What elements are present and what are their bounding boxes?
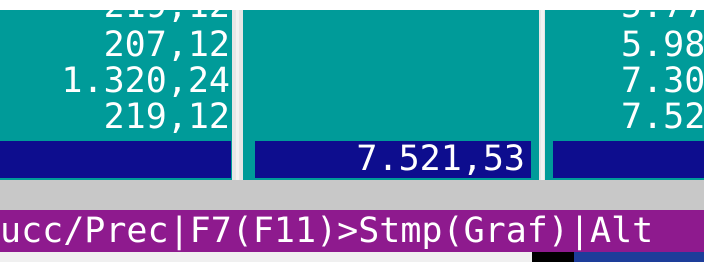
total-cell-left: [0, 141, 231, 178]
left-value-row: 207,12: [103, 25, 230, 65]
function-key-status-bar: ucc/Prec|F7(F11)>Stmp(Graf)|Alt: [0, 210, 704, 252]
text-cursor: [532, 252, 574, 262]
right-value-row: 5.77: [621, 0, 704, 26]
total-cell-right: [553, 141, 704, 178]
left-value-row: 1.320,24: [61, 61, 230, 101]
totals-row: 7.521,53: [0, 141, 704, 178]
left-value-row: 219,12: [103, 97, 230, 137]
left-value-row: 219,12: [103, 0, 230, 26]
right-value-row: 7.30: [621, 61, 704, 101]
blue-block: [574, 252, 704, 262]
total-value-middle: 7.521,53: [356, 139, 525, 179]
right-value-row: 7.52: [621, 97, 704, 137]
gray-band: [0, 180, 704, 210]
total-cell-middle: 7.521,53: [255, 141, 531, 178]
right-value-row: 5.98: [621, 25, 704, 65]
